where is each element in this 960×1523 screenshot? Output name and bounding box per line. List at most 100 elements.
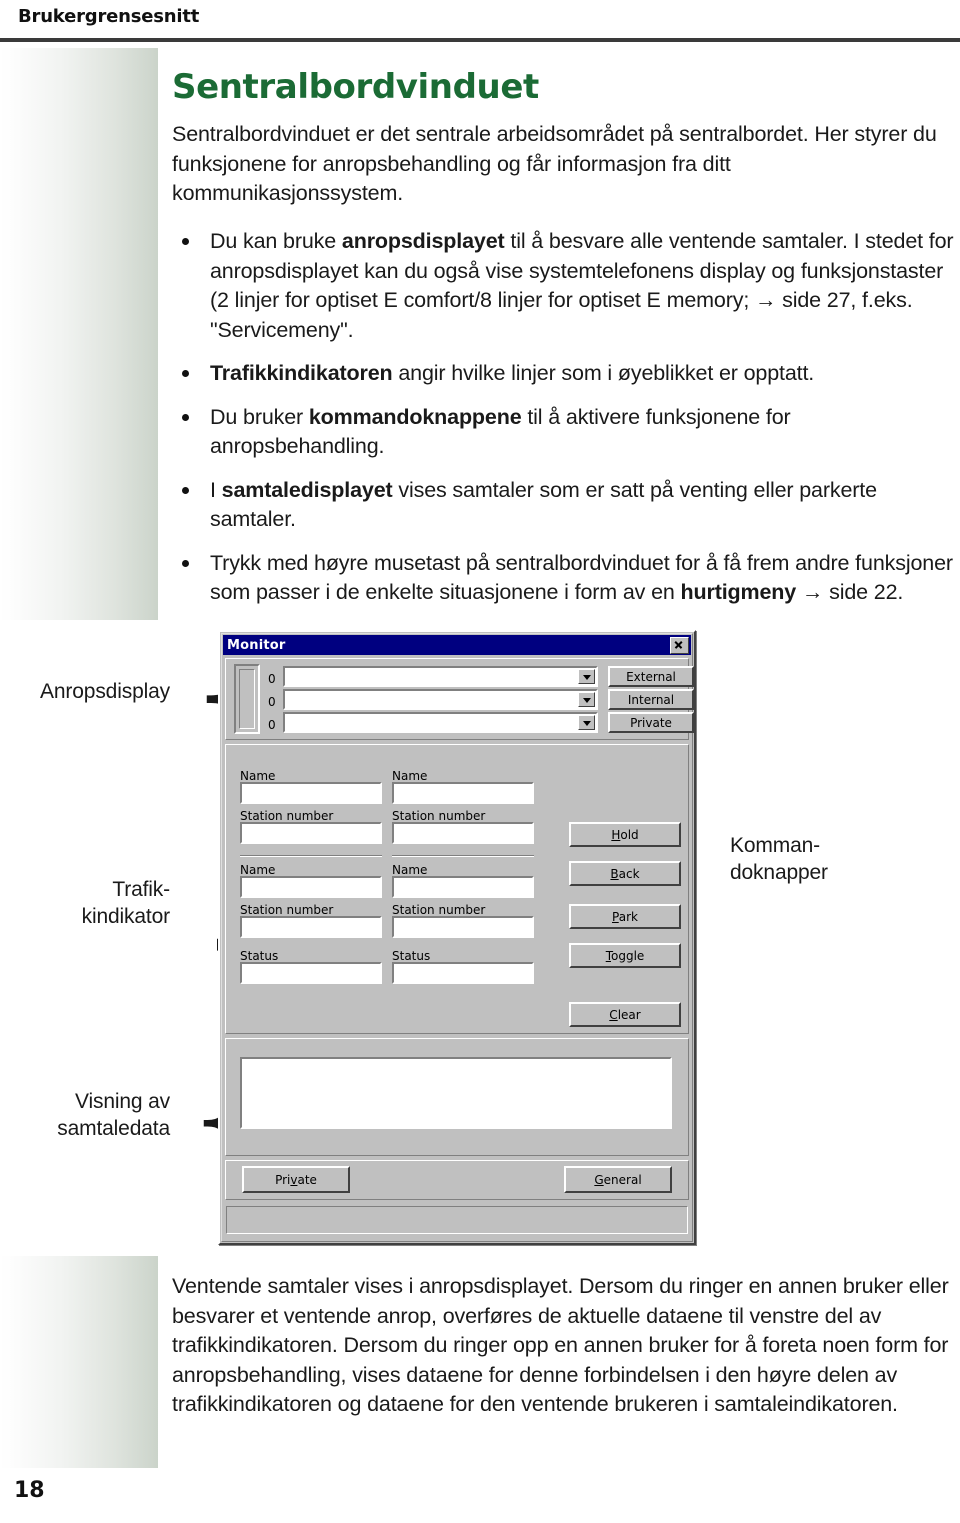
status-label-right: Status <box>392 949 431 963</box>
brace-trafikkindikator: { <box>188 858 222 1038</box>
station-label-left-1: Station number <box>240 809 334 823</box>
page-number: 18 <box>14 1478 45 1503</box>
back-button-label: Back <box>610 867 639 881</box>
hold-button[interactable]: Hold <box>569 822 681 847</box>
header-rule <box>0 38 960 42</box>
brace-samtaledata: { <box>188 1075 220 1173</box>
window-title: Monitor <box>227 637 286 653</box>
bullet-item: Trafikkindikatoren angir hvilke linjer s… <box>172 359 954 389</box>
bullet-item: I samtaledisplayet vises samtaler som er… <box>172 476 954 535</box>
annotation-kommandoknapper: Komman- doknapper <box>730 832 930 886</box>
name-field-left-2[interactable] <box>240 876 382 898</box>
toggle-button-label: Toggle <box>606 949 645 963</box>
brace-anropsdisplay: { <box>188 642 220 760</box>
status-field-left[interactable] <box>240 962 382 984</box>
back-rest: ack <box>618 866 640 881</box>
annotation-trafikkindikator-line1: Trafik- <box>112 878 170 901</box>
call-line-combo-1[interactable] <box>283 689 598 710</box>
annotation-samtaledata-line2: samtaledata <box>57 1117 170 1140</box>
toggle-button[interactable]: Toggle <box>569 943 681 968</box>
name-label-right-1: Name <box>392 769 428 783</box>
bullet-dot-icon <box>182 486 189 494</box>
annotation-samtaledata: Visning av samtaledata <box>10 1088 170 1142</box>
bullet-emphasis: kommandoknappene <box>308 404 522 429</box>
name-field-right-1[interactable] <box>392 782 534 804</box>
bullet-emphasis: Trafikkindikatoren <box>210 361 393 385</box>
bullet-dot-icon <box>182 559 189 567</box>
annotation-kommandoknapper-line2: doknapper <box>730 861 828 884</box>
name-field-right-2[interactable] <box>392 876 534 898</box>
external-button-label: External <box>626 669 676 684</box>
bullet-list: Du kan bruke anropsdisplayet til å besva… <box>172 227 954 608</box>
brace-kommandoknapper: } <box>694 655 728 1025</box>
station-field-left-2[interactable] <box>240 916 382 938</box>
bullet-emphasis: samtaledisplayet <box>221 477 393 502</box>
general-button[interactable]: General <box>564 1166 672 1193</box>
chevron-down-icon[interactable] <box>578 692 595 707</box>
station-label-left-2: Station number <box>240 903 334 917</box>
call-line-combo-0[interactable] <box>283 666 598 687</box>
private-line-button[interactable]: Private <box>608 712 694 733</box>
close-icon[interactable] <box>670 636 689 654</box>
park-rest: ark <box>618 909 638 924</box>
station-field-right-1[interactable] <box>392 822 534 844</box>
intro-paragraph: Sentralbordvinduet er det sentrale arbei… <box>172 122 937 205</box>
general-rest: eneral <box>603 1172 642 1187</box>
divider-left <box>240 855 382 857</box>
annotation-trafikkindikator: Trafik- kindikator <box>10 876 171 930</box>
decorative-gradient-top <box>0 48 158 620</box>
name-label-left-2: Name <box>240 863 276 877</box>
name-label-left-1: Name <box>240 769 276 783</box>
bullet-text: → side 22. <box>796 580 904 604</box>
bullet-item: Trykk med høyre musetast på sentralbordv… <box>172 549 954 608</box>
annotation-kommandoknapper-line1: Komman- <box>730 834 820 857</box>
chevron-down-icon[interactable] <box>578 715 595 730</box>
back-button[interactable]: Back <box>569 861 681 886</box>
running-header-title: Brukergrensesnitt <box>18 6 200 27</box>
name-field-left-1[interactable] <box>240 782 382 804</box>
internal-button[interactable]: Internal <box>608 689 694 710</box>
annotation-anropsdisplay: Anropsdisplay <box>40 680 170 703</box>
window-statusbar <box>226 1206 688 1234</box>
name-label-right-2: Name <box>392 863 428 877</box>
bullet-text: I <box>210 477 222 502</box>
station-field-left-1[interactable] <box>240 822 382 844</box>
station-label-right-1: Station number <box>392 809 486 823</box>
private-button-label: Private <box>275 1173 317 1187</box>
bullet-emphasis: hurtigmeny <box>680 580 797 604</box>
call-count-1: 0 <box>268 695 276 709</box>
station-label-right-2: Station number <box>392 903 486 917</box>
park-mnemonic: P <box>612 909 619 924</box>
window-titlebar[interactable]: Monitor <box>223 635 691 655</box>
private-line-button-label: Private <box>630 715 672 730</box>
bullet-item: Du bruker kommandoknappene til å aktiver… <box>172 403 954 462</box>
annotation-samtaledata-line1: Visning av <box>74 1090 170 1113</box>
private-button[interactable]: Private <box>242 1166 350 1193</box>
traffic-meter-fill <box>239 669 255 729</box>
call-count-0: 0 <box>268 672 276 686</box>
hold-button-label: Hold <box>611 828 638 842</box>
private-rest: ate <box>297 1172 317 1187</box>
general-mnemonic: G <box>594 1172 604 1187</box>
closing-paragraph: Ventende samtaler vises i anropsdisplaye… <box>172 1274 949 1416</box>
bullet-text: Du kan bruke <box>210 229 342 253</box>
clear-button[interactable]: Clear <box>569 1002 681 1027</box>
park-button[interactable]: Park <box>569 904 681 929</box>
chevron-down-icon[interactable] <box>578 669 595 684</box>
hold-rest: old <box>620 827 639 842</box>
call-line-combo-2[interactable] <box>283 712 598 733</box>
general-button-label: General <box>594 1173 641 1187</box>
internal-button-label: Internal <box>627 692 675 707</box>
status-field-right[interactable] <box>392 962 534 984</box>
monitor-window[interactable]: Monitor 0 External 0 Internal 0 Private … <box>218 630 696 1245</box>
external-button[interactable]: External <box>608 666 694 687</box>
divider-right <box>392 855 534 857</box>
bullet-item: Du kan bruke anropsdisplayet til å besva… <box>172 227 954 345</box>
park-button-label: Park <box>612 910 638 924</box>
bullet-dot-icon <box>182 238 189 245</box>
back-mnemonic: B <box>610 866 619 881</box>
clear-mnemonic: C <box>609 1007 618 1022</box>
call-data-field[interactable] <box>240 1057 672 1129</box>
clear-rest: lear <box>617 1007 641 1022</box>
station-field-right-2[interactable] <box>392 916 534 938</box>
